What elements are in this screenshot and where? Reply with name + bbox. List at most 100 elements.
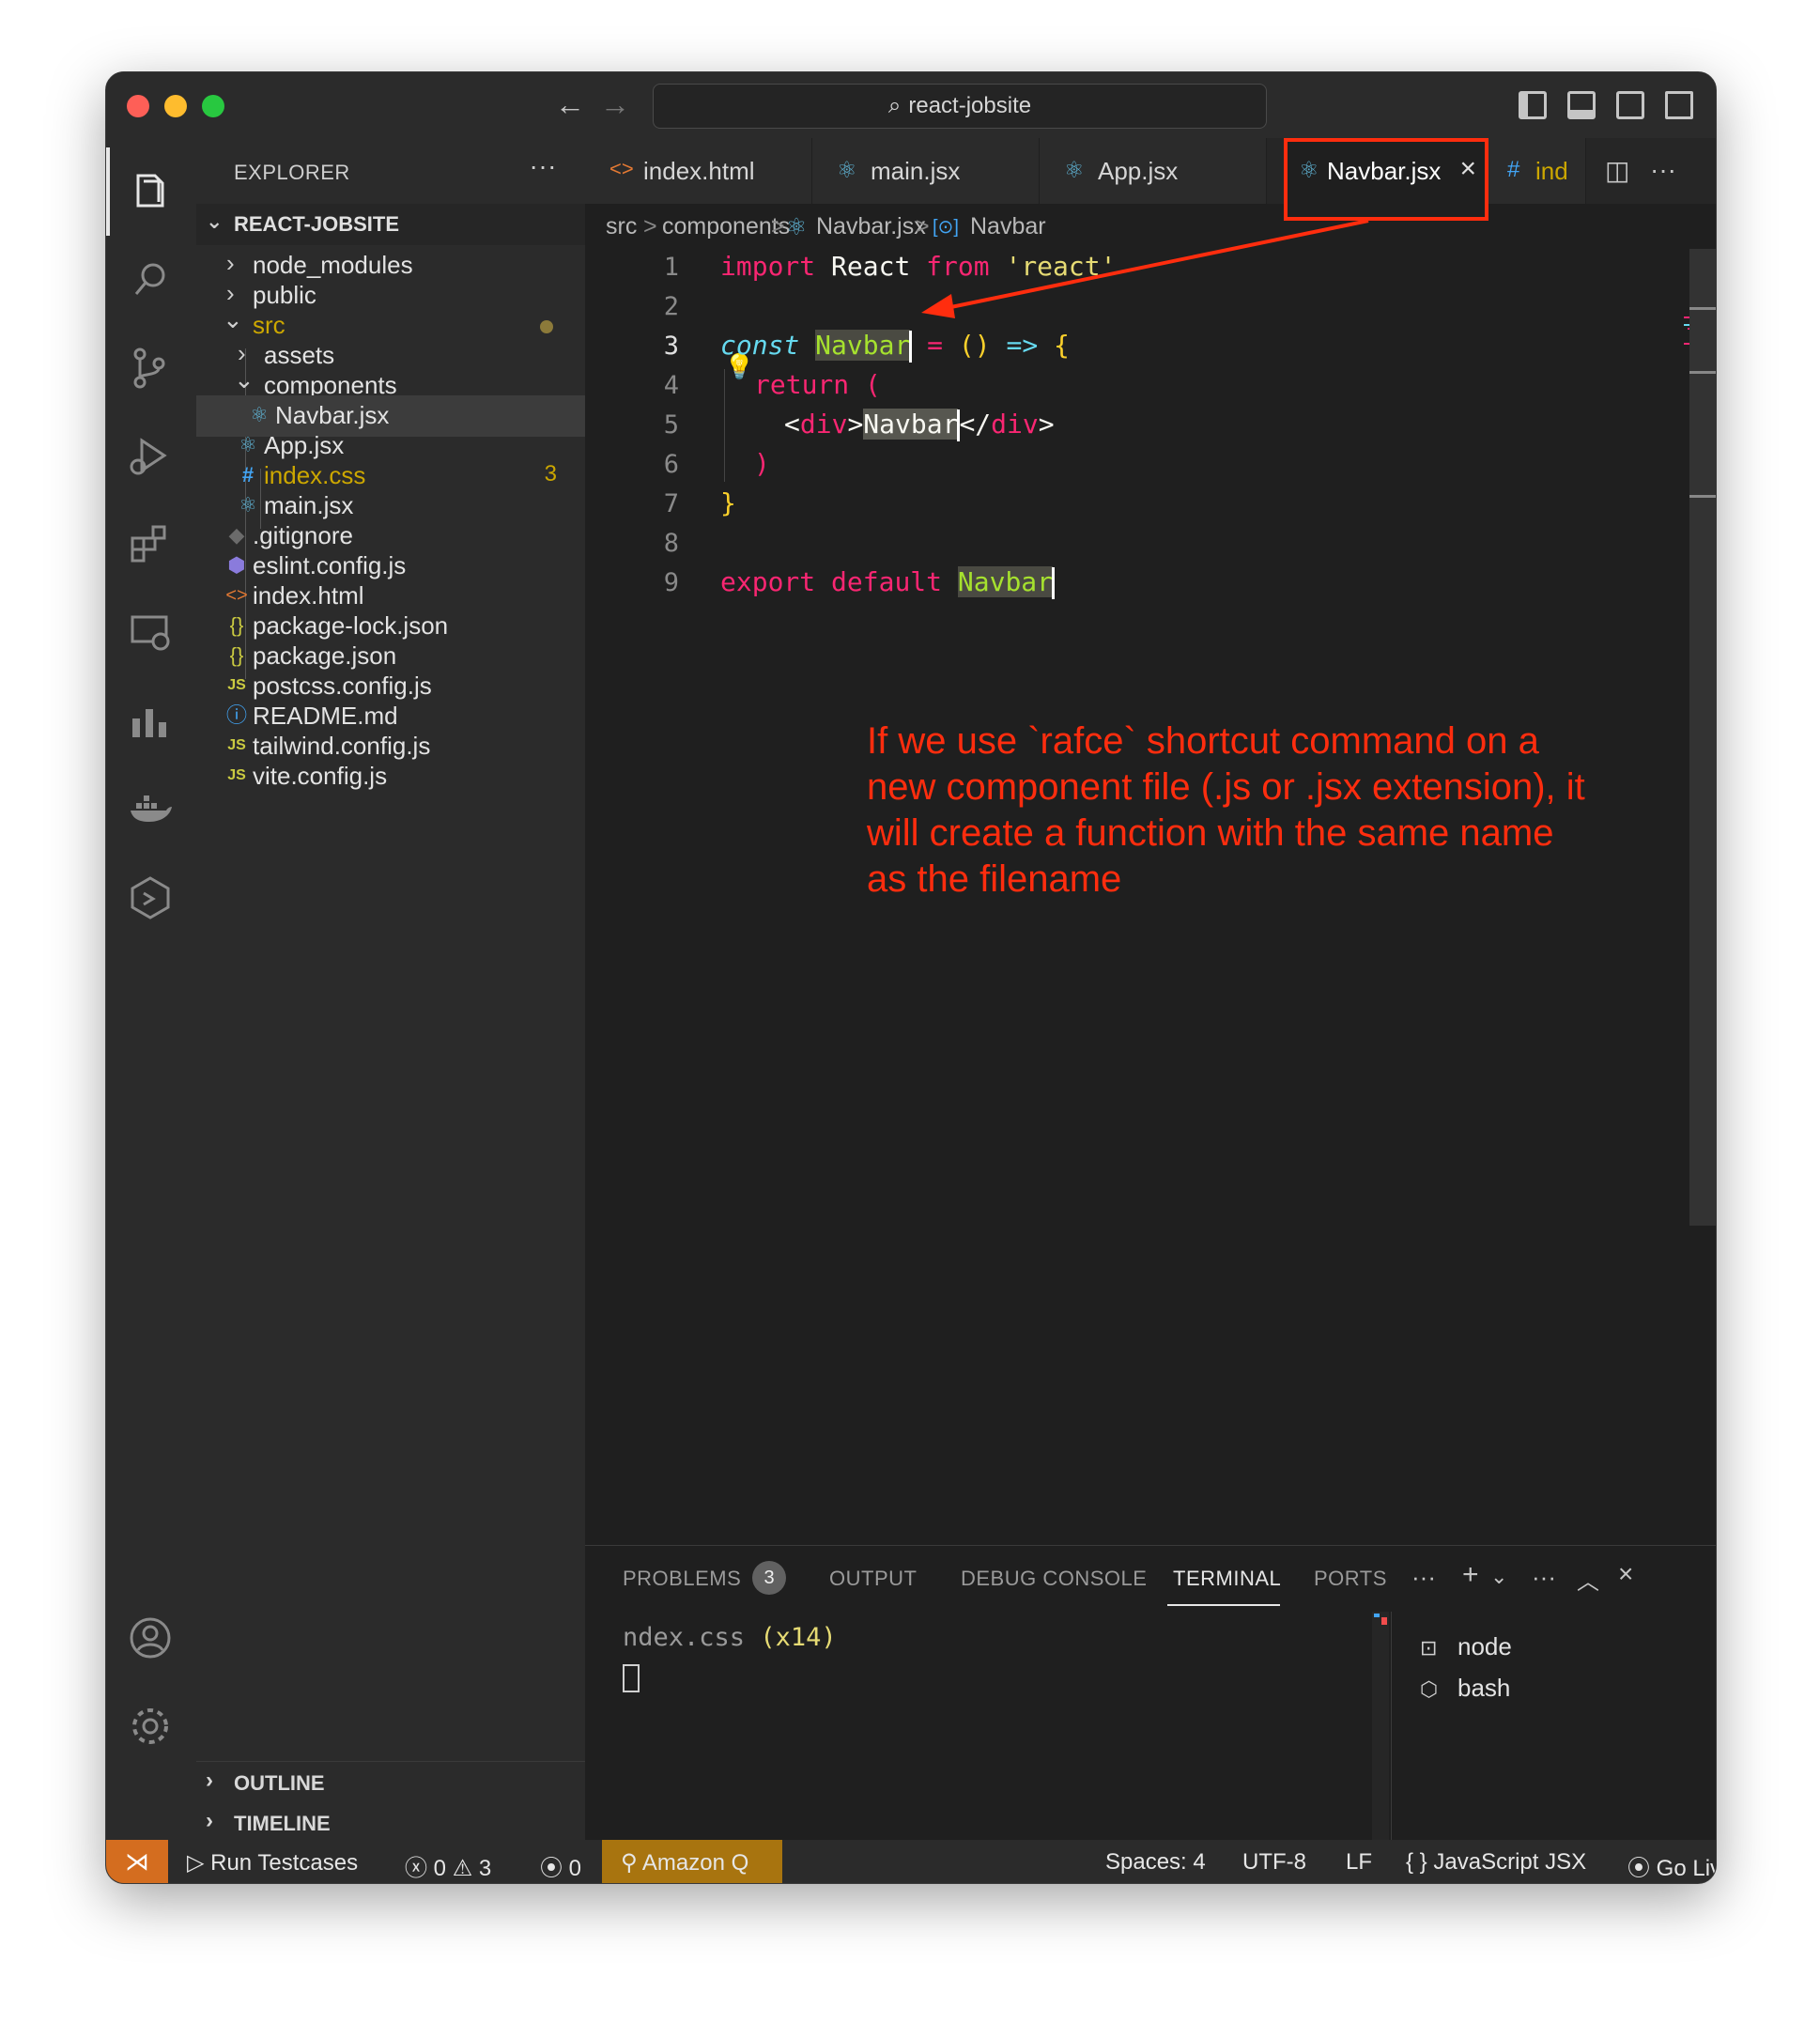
code-line-3: const Navbar = () => { xyxy=(720,330,1070,363)
terminal-output[interactable]: ndex.css (x14) xyxy=(623,1623,837,1652)
chevron-down-icon: ⌄ xyxy=(206,209,224,233)
breadcrumb-src[interactable]: src xyxy=(606,213,637,240)
editor-scrollbar[interactable] xyxy=(1689,249,1716,1226)
problems-count-badge: 3 xyxy=(752,1561,786,1595)
braces-icon: { } xyxy=(1406,1849,1434,1875)
line-number: 5 xyxy=(663,410,679,440)
run-testcases-button[interactable]: ▷ Run Testcases xyxy=(187,1849,358,1876)
remote-explorer-icon[interactable] xyxy=(125,608,176,658)
react-icon: ⚛ xyxy=(786,214,808,240)
ports-status[interactable]: ⦿ 0 xyxy=(540,1849,581,1882)
back-arrow-icon[interactable]: ← xyxy=(555,87,585,121)
scroll-marker xyxy=(1374,1614,1380,1617)
tree-item-vite-config[interactable]: JS vite.config.js xyxy=(196,756,585,797)
terminal-icon: ⊡ xyxy=(1420,1636,1438,1660)
terminal-cursor xyxy=(623,1664,640,1692)
chevron-right-icon: › xyxy=(206,1808,213,1833)
code-line-4: return ( xyxy=(754,369,881,400)
language-mode-status[interactable]: { } JavaScript JSX xyxy=(1406,1849,1586,1876)
toggle-sidebar-icon[interactable] xyxy=(1519,91,1547,119)
text-cursor xyxy=(1052,567,1056,599)
tab-app-jsx[interactable]: ⚛ App.jsx xyxy=(1040,138,1267,204)
js-icon: JS xyxy=(227,767,246,783)
breadcrumb-file[interactable]: Navbar.jsx xyxy=(816,213,926,240)
close-panel-icon[interactable]: × xyxy=(1618,1559,1633,1589)
react-icon: ⚛ xyxy=(1064,158,1085,183)
customize-layout-icon[interactable] xyxy=(1665,91,1693,119)
tab-index-html[interactable]: <> index.html xyxy=(585,138,812,204)
terminal-item-node[interactable]: ⊡ node xyxy=(1420,1632,1512,1661)
new-terminal-plus-icon[interactable]: + xyxy=(1462,1559,1479,1591)
line-number: 6 xyxy=(663,450,679,479)
tab-problems[interactable]: PROBLEMS xyxy=(623,1567,741,1591)
warning-icon: ⚠ xyxy=(446,1856,479,1881)
active-indicator xyxy=(106,147,110,236)
line-number: 7 xyxy=(663,489,679,518)
maximize-panel-icon[interactable]: ︿ xyxy=(1577,1563,1599,1596)
explorer-icon[interactable] xyxy=(125,166,176,217)
remote-indicator-icon[interactable]: ⋊ xyxy=(106,1840,168,1883)
scroll-marker xyxy=(1689,371,1716,374)
account-icon[interactable] xyxy=(125,1613,176,1663)
explorer-sidebar: EXPLORER ··· ⌄ REACT-JOBSITE › node_modu… xyxy=(196,138,585,1840)
chevron-right-icon: › xyxy=(226,279,235,307)
timeline-section[interactable]: › TIMELINE xyxy=(196,1802,585,1844)
tab-index-css[interactable]: # ind xyxy=(1488,138,1586,204)
window-close-button[interactable] xyxy=(127,95,149,117)
editor-tab-bar: <> index.html ⚛ main.jsx ⚛ App.jsx ⚛ Nav… xyxy=(585,138,1716,204)
run-debug-icon[interactable] xyxy=(125,431,176,482)
breadcrumb: src > components > ⚛ Navbar.jsx > [⊙] Na… xyxy=(585,204,1656,249)
toggle-panel-icon[interactable] xyxy=(1567,91,1596,119)
go-live-button[interactable]: ⦿ Go Live xyxy=(1627,1849,1716,1882)
workspace-root[interactable]: ⌄ REACT-JOBSITE xyxy=(196,204,585,245)
settings-gear-icon[interactable] xyxy=(125,1701,176,1752)
panel-more-icon[interactable]: ··· xyxy=(1411,1563,1436,1592)
code-line-1: import React from 'react' xyxy=(720,251,1117,282)
docker-icon[interactable] xyxy=(125,784,176,835)
window-maximize-button[interactable] xyxy=(202,95,224,117)
tab-main-jsx[interactable]: ⚛ main.jsx xyxy=(812,138,1040,204)
chevron-down-icon: ⌄ xyxy=(223,305,243,333)
line-number: 1 xyxy=(663,253,679,282)
indentation-status[interactable]: Spaces: 4 xyxy=(1105,1849,1206,1876)
problems-status[interactable]: ⓧ 0 ⚠ 3 xyxy=(405,1849,491,1882)
broadcast-icon: ⦿ xyxy=(1627,1856,1657,1881)
modified-dot xyxy=(540,320,553,333)
split-editor-icon[interactable]: ◫ xyxy=(1605,155,1629,186)
breadcrumb-separator: > xyxy=(771,213,785,239)
code-editor[interactable]: 1 2 3 4 5 6 7 8 9 import React from 'rea… xyxy=(585,249,1656,1545)
terminal-item-bash[interactable]: ⬡ bash xyxy=(1420,1674,1510,1703)
command-center-search[interactable]: ⌕ react-jobsite xyxy=(653,84,1267,129)
eol-status[interactable]: LF xyxy=(1346,1849,1372,1876)
chevron-right-icon: › xyxy=(238,339,246,367)
terminal-more-icon[interactable]: ··· xyxy=(1532,1563,1556,1592)
window-minimize-button[interactable] xyxy=(164,95,187,117)
source-control-icon[interactable] xyxy=(125,343,176,394)
breadcrumb-separator: > xyxy=(643,213,657,239)
line-number: 3 xyxy=(663,332,679,361)
symbol-variable-icon: [⊙] xyxy=(933,217,959,238)
toggle-secondary-sidebar-icon[interactable] xyxy=(1616,91,1644,119)
explorer-more-icon[interactable]: ··· xyxy=(530,151,557,181)
search-icon[interactable] xyxy=(125,255,176,305)
amazon-q-status[interactable]: ⚲ Amazon Q xyxy=(602,1840,782,1883)
terminal-scrollbar[interactable] xyxy=(1372,1612,1389,1841)
tab-terminal[interactable]: TERMINAL xyxy=(1173,1567,1281,1591)
analytics-icon[interactable] xyxy=(125,696,176,747)
tab-ports[interactable]: PORTS xyxy=(1314,1567,1387,1591)
forward-arrow-icon[interactable]: → xyxy=(600,87,630,121)
editor-more-icon[interactable]: ··· xyxy=(1650,155,1676,185)
chevron-down-icon[interactable]: ⌄ xyxy=(1490,1565,1507,1589)
bash-icon: ⬡ xyxy=(1420,1677,1439,1701)
indent-guide xyxy=(724,369,725,482)
tab-output[interactable]: OUTPUT xyxy=(829,1567,917,1591)
scroll-marker xyxy=(1689,495,1716,498)
extensions-icon[interactable] xyxy=(125,519,176,570)
line-number: 9 xyxy=(663,568,679,597)
breadcrumb-symbol[interactable]: Navbar xyxy=(970,213,1046,240)
broadcast-icon: ⦿ xyxy=(540,1856,569,1881)
tab-debug-console[interactable]: DEBUG CONSOLE xyxy=(961,1567,1147,1591)
encoding-status[interactable]: UTF-8 xyxy=(1242,1849,1306,1876)
gitlens-icon[interactable] xyxy=(125,873,176,923)
outline-section[interactable]: › OUTLINE xyxy=(196,1761,585,1802)
